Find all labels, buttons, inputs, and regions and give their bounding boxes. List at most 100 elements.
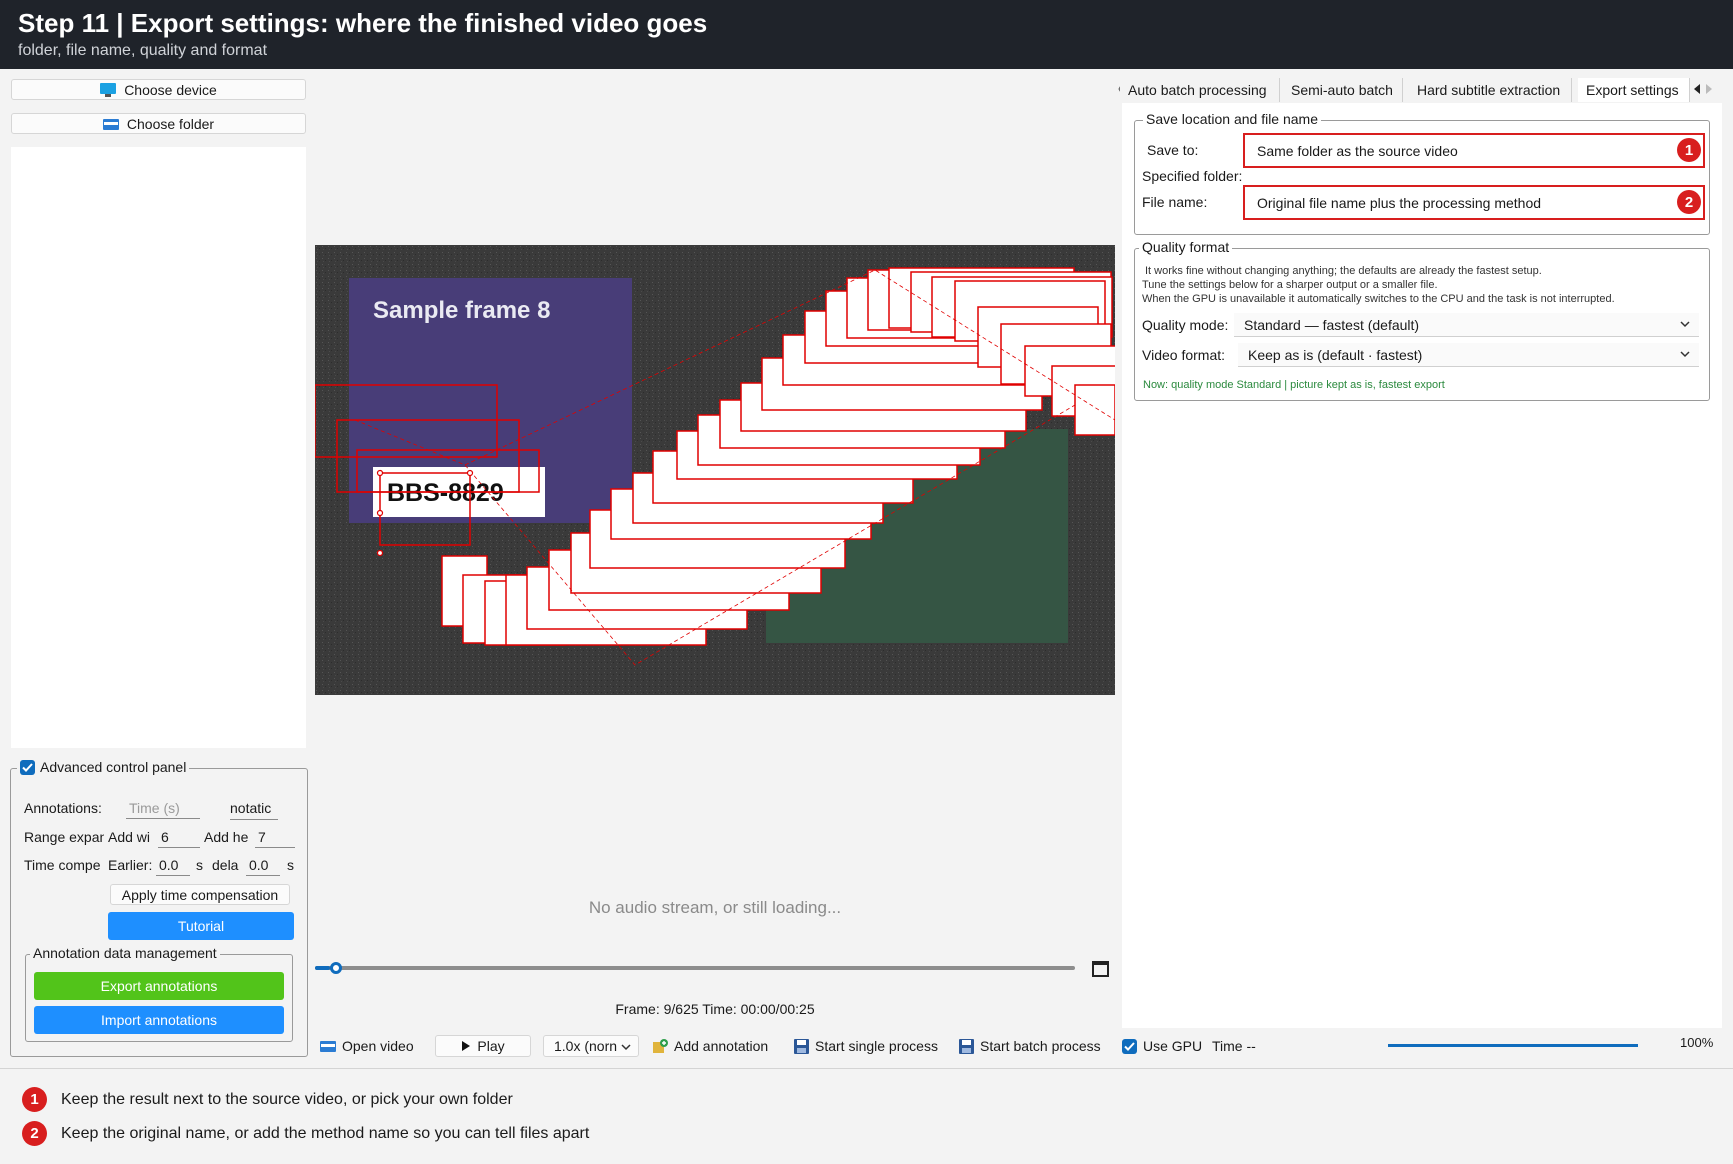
delay-label: dela [212,857,239,873]
play-button[interactable]: Play [435,1035,531,1057]
advanced-control-title: Advanced control panel [40,759,187,775]
footnote-1: 1 Keep the result next to the source vid… [22,1087,513,1112]
open-video-button[interactable]: Open video [320,1035,414,1057]
start-batch-process-label: Start batch process [980,1038,1101,1054]
annotations-label: Annotations: [24,800,102,816]
time-compensation-label: Time compe [24,857,101,873]
callout-badge-1: 1 [1677,138,1701,162]
tab-semi-auto-batch[interactable]: Semi-auto batch [1283,78,1403,102]
earlier-label: Earlier: [108,857,153,873]
use-gpu-checkbox[interactable]: Use GPU [1122,1035,1202,1057]
tab-export-settings[interactable]: Export settings [1578,78,1690,102]
choose-folder-label: Choose folder [126,115,215,132]
callout-badge-2: 2 [1677,190,1701,214]
delay-input[interactable] [246,854,280,876]
video-frame: Sample frame 8 BBS-8829 [315,245,1115,695]
checkbox-checked-icon [20,759,35,775]
export-annotations-label: Export annotations [100,978,218,994]
footnote-text-1: Keep the result next to the source video… [61,1090,513,1108]
device-list-panel [11,147,306,748]
choose-folder-button[interactable]: Choose folder [11,113,306,134]
add-annotation-label: Add annotation [674,1038,769,1054]
header-subtitle: folder, file name, quality and format [18,42,268,59]
save-to-label: Save to: [1147,142,1199,158]
annotation-data-management-title: Annotation data management [30,945,220,961]
use-gpu-label: Use GPU [1143,1038,1203,1054]
import-annotations-button[interactable]: Import annotations [34,1006,284,1034]
timeline-thumb[interactable] [330,962,343,974]
tutorial-header: Step 11 | Export settings: where the fin… [0,0,1733,69]
frame-status: Frame: 9/625 Time: 00:00/00:25 [615,1001,815,1017]
footnote-text-2: Keep the original name, or add the metho… [61,1124,590,1142]
start-single-process-button[interactable]: Start single process [794,1035,938,1057]
add-annotation-button[interactable]: Add annotation [652,1035,768,1057]
quality-format-title: Quality format [1139,239,1233,255]
apply-time-compensation-label: Apply time compensation [121,886,279,903]
footer-divider [0,1068,1733,1069]
tab-next-icon[interactable] [1705,83,1713,95]
add-width-input[interactable] [158,826,200,848]
quality-mode-select[interactable]: Standard — fastest (default) [1234,313,1699,337]
speed-value: 1.0x (norn [554,1038,618,1054]
progress-fill [1388,1044,1638,1047]
range-expand-label: Range expan [24,829,104,845]
chevron-down-icon [1680,321,1690,328]
earlier-unit: s [196,857,203,873]
open-video-label: Open video [342,1038,414,1054]
timeline-track[interactable] [315,966,1075,970]
tab-scroll-buttons[interactable] [1693,80,1717,98]
speed-select[interactable]: 1.0x (norn [543,1035,639,1057]
monitor-icon [100,82,117,97]
add-height-input[interactable] [255,826,295,848]
quality-note-2: Tune the settings below for a sharper ou… [1142,279,1438,291]
header-title: Step 11 | Export settings: where the fin… [18,8,708,38]
footnote-badge-1: 1 [22,1087,47,1112]
quality-note-3: When the GPU is unavailable it automatic… [1142,293,1615,305]
chevron-down-icon [1680,351,1690,358]
export-annotations-button[interactable]: Export annotations [34,972,284,1000]
file-name-value: Original file name plus the processing m… [1257,194,1542,211]
apply-time-compensation-button[interactable]: Apply time compensation [110,884,290,905]
start-batch-process-button[interactable]: Start batch process [959,1035,1101,1057]
plate-text: BBS-8829 [387,479,504,507]
start-single-process-label: Start single process [815,1038,938,1054]
quality-note-1: It works fine without changing anything;… [1145,265,1542,277]
quality-mode-label: Quality mode: [1142,317,1229,333]
quality-mode-value: Standard — fastest (default) [1244,316,1420,333]
quality-status: Now: quality mode Standard | picture kep… [1143,379,1445,391]
tab-prev-icon[interactable] [1693,83,1701,95]
save-to-value: Same folder as the source video [1257,142,1458,159]
progress-text: 100% [1680,1035,1714,1050]
video-preview[interactable]: Sample frame 8 BBS-8829 [315,245,1115,695]
delay-unit: s [287,857,294,873]
file-name-label: File name: [1142,194,1208,210]
time-readout: Time -- [1212,1038,1256,1054]
fullscreen-icon[interactable] [1092,961,1109,977]
checkbox-checked-icon [1122,1038,1137,1054]
save-location-title: Save location and file name [1143,111,1321,127]
video-format-select[interactable]: Keep as is (default · fastest) [1238,343,1699,367]
earlier-input[interactable] [156,854,190,876]
timeline-progress [315,966,331,970]
file-name-field[interactable]: Original file name plus the processing m… [1243,185,1705,220]
add-height-label: Add he [204,829,248,845]
time-input[interactable] [126,797,200,819]
tab-hard-subtitle-extraction[interactable]: Hard subtitle extraction [1409,78,1572,102]
audio-message: No audio stream, or still loading... [588,898,842,917]
save-disk-icon [794,1038,809,1054]
choose-device-label: Choose device [124,81,217,98]
frame-title: Sample frame 8 [373,297,550,324]
video-format-value: Keep as is (default · fastest) [1248,346,1423,363]
advanced-control-toggle[interactable]: Advanced control panel [17,759,190,775]
play-label: Play [477,1038,505,1054]
annotation-field[interactable]: notatic [230,800,278,820]
save-to-field[interactable]: Same folder as the source video [1243,133,1705,168]
footnote-badge-2: 2 [22,1121,47,1146]
tab-auto-batch-processing[interactable]: Auto batch processing [1120,78,1280,102]
play-icon [462,1041,471,1051]
folder-icon [320,1041,336,1052]
tutorial-label: Tutorial [177,918,225,934]
tutorial-button[interactable]: Tutorial [108,912,294,940]
choose-device-button[interactable]: Choose device [11,79,306,100]
save-disk-icon [959,1038,974,1054]
